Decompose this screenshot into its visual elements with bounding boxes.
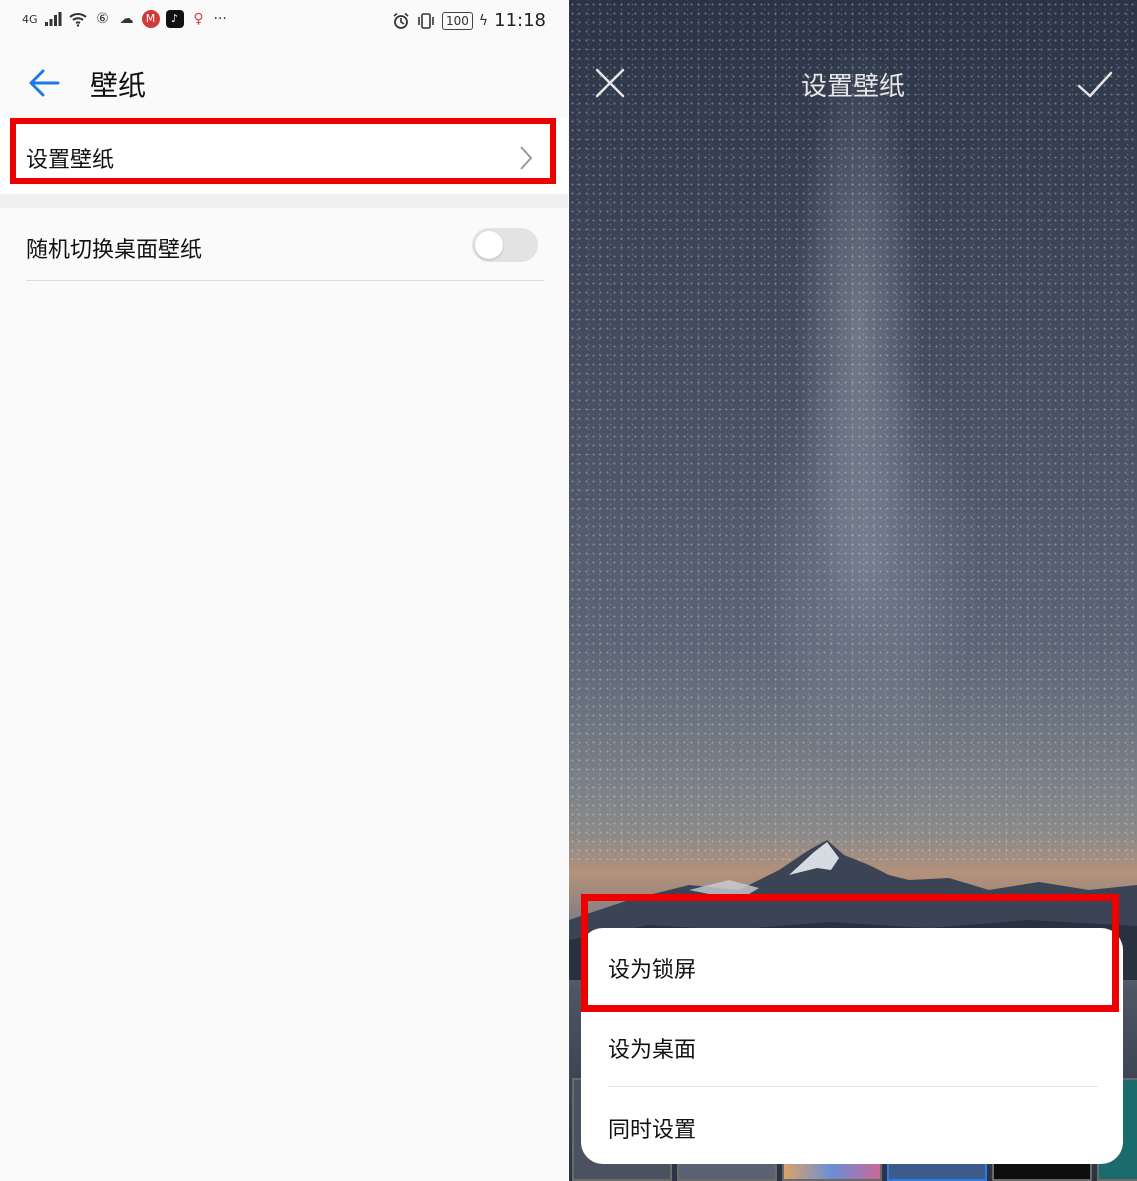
wallpaper-preview-screen: 设置壁纸 设为锁屏 设为桌面 同时设置 xyxy=(569,0,1137,1181)
section-gap xyxy=(0,194,568,208)
app-bar: 壁纸 xyxy=(0,52,568,114)
root: 4G ⑥ ☁ M ♪ ♀ ··· 100 ϟ 11:18 壁纸 设置壁纸 随机切… xyxy=(0,0,1137,1181)
sheet-divider xyxy=(608,1006,1098,1007)
status-bar-right: 100 ϟ 11:18 xyxy=(392,10,546,31)
set-wallpaper-label: 设置壁纸 xyxy=(26,148,115,173)
network-type: 4G xyxy=(22,12,38,26)
more-notifications: ··· xyxy=(213,11,227,27)
wallpaper-settings-screen: 4G ⑥ ☁ M ♪ ♀ ··· 100 ϟ 11:18 壁纸 设置壁纸 随机切… xyxy=(0,0,568,1181)
set-wallpaper-row[interactable]: 设置壁纸 xyxy=(0,118,568,204)
battery-icon: 100 xyxy=(441,11,473,30)
back-arrow-icon[interactable] xyxy=(26,66,62,100)
sync-app-icon: ⑥ xyxy=(96,11,109,27)
random-wallpaper-row: 随机切换桌面壁纸 xyxy=(0,208,568,282)
battery-level: 100 xyxy=(445,13,469,28)
alarm-icon xyxy=(393,12,409,29)
set-lockscreen-option[interactable]: 设为锁屏 xyxy=(608,952,696,984)
check-icon[interactable] xyxy=(1075,68,1115,102)
status-bar: 4G ⑥ ☁ M ♪ ♀ ··· 100 ϟ 11:18 xyxy=(0,0,568,44)
starfield-background xyxy=(569,0,1137,860)
vibrate-icon xyxy=(418,12,434,29)
preview-title: 设置壁纸 xyxy=(800,72,905,102)
cloud-icon: ☁ xyxy=(119,11,134,27)
toggle-knob xyxy=(475,231,503,259)
chevron-right-icon xyxy=(520,146,533,170)
bank-app-icon: M xyxy=(141,10,160,28)
random-wallpaper-toggle[interactable] xyxy=(472,228,538,262)
page-title: 壁纸 xyxy=(90,69,147,102)
set-wallpaper-sheet: 设为锁屏 设为桌面 同时设置 xyxy=(581,928,1123,1164)
signal-icon xyxy=(44,12,62,26)
sheet-divider xyxy=(608,1086,1098,1087)
divider xyxy=(26,280,544,281)
tiktok-app-icon: ♪ xyxy=(165,10,184,28)
location-app-icon: ♀ xyxy=(193,11,204,27)
charging-icon: ϟ xyxy=(478,12,489,29)
set-homescreen-option[interactable]: 设为桌面 xyxy=(608,1032,696,1064)
wifi-icon xyxy=(68,13,87,27)
status-time: 11:18 xyxy=(494,10,546,31)
set-both-option[interactable]: 同时设置 xyxy=(608,1112,696,1144)
status-bar-left: 4G ⑥ ☁ M ♪ ♀ ··· xyxy=(22,10,227,28)
random-wallpaper-label: 随机切换桌面壁纸 xyxy=(26,238,203,263)
